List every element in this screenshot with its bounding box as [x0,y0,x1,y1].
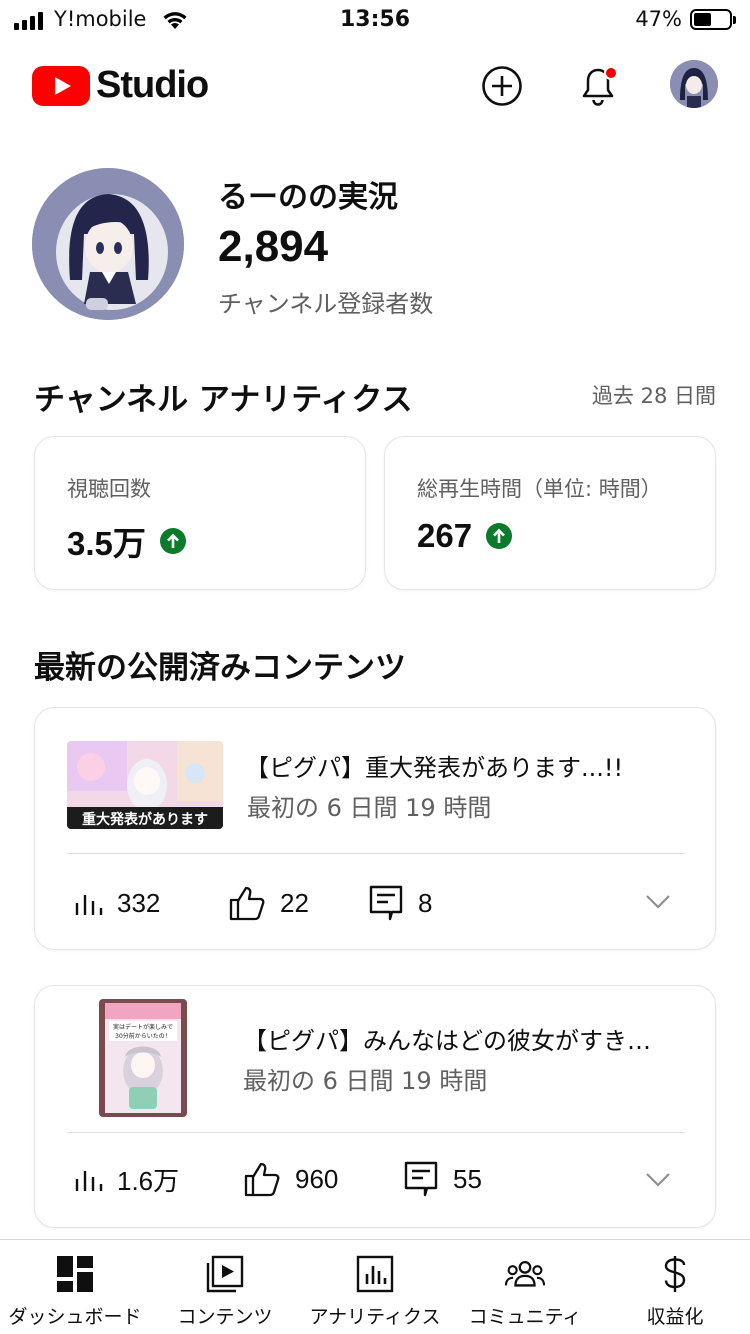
battery-icon [690,9,736,30]
create-button[interactable] [478,62,526,110]
studio-logo[interactable]: Studio [32,64,209,107]
nav-analytics[interactable]: アナリティクス [300,1240,450,1334]
video-title[interactable]: 【ピグパ】みんなはどの彼女がすき… [243,1021,683,1056]
trend-up-icon [159,528,186,554]
stat-value: 267 [417,517,513,555]
create-plus-icon [482,66,522,106]
content-icon [205,1254,245,1294]
nav-monetization[interactable]: 収益化 [600,1240,750,1334]
video-card[interactable]: 重大発表があります 【ピグパ】重大発表があります...!! 最初の 6 日間 1… [34,707,716,950]
watch-time-stat-card[interactable]: 総再生時間（単位: 時間） 267 [384,436,716,590]
thumbnail-image: 実はデートが楽しみで 30分前からいたの！ [99,999,187,1117]
comments-metric: 8 [368,884,432,922]
chevron-down-icon[interactable] [645,1166,671,1192]
channel-avatar-image [32,168,184,320]
likes-value: 960 [295,1163,339,1194]
views-metric: 1.6万 [73,1161,243,1198]
thumbnail-caption-2: 30分前からいたの！ [115,1032,171,1040]
views-bars-icon [75,1171,103,1191]
subscriber-count: 2,894 [218,222,329,271]
comments-value: 55 [453,1163,482,1194]
nav-content[interactable]: コンテンツ [150,1240,300,1334]
channel-name: るーのの実況 [218,180,398,215]
comments-metric: 55 [403,1160,482,1198]
views-metric: 332 [73,888,228,919]
status-bar: Y!mobile 13:56 47% [0,0,750,44]
dashboard-icon [55,1254,95,1294]
nav-label: コミュニティ [468,1306,582,1328]
video-thumbnail[interactable]: 実はデートが楽しみで 30分前からいたの！ [99,999,187,1117]
views-value: 332 [117,887,161,918]
thumbnail-image: 重大発表があります [67,741,223,829]
nav-label: コンテンツ [177,1306,273,1328]
stat-value-text: 3.5万 [67,525,146,562]
divider [67,1132,685,1133]
youtube-logo-icon [32,65,90,106]
dollar-icon [655,1254,695,1294]
nav-label: ダッシュボード [8,1306,142,1328]
community-icon [505,1254,545,1294]
analytics-period: 過去 28 日間 [591,384,716,408]
nav-dashboard[interactable]: ダッシュボード [0,1240,150,1334]
video-period: 最初の 6 日間 19 時間 [247,794,492,822]
comment-icon [369,885,403,921]
battery-percent: 47% [635,7,682,31]
video-card[interactable]: 実はデートが楽しみで 30分前からいたの！ 【ピグパ】みんなはどの彼女がすき… … [34,985,716,1228]
comments-value: 8 [418,887,433,918]
logo-text: Studio [96,64,209,106]
trend-up-icon [486,523,513,549]
video-thumbnail[interactable]: 重大発表があります [67,741,223,829]
thumbs-up-icon [244,1162,280,1197]
bottom-nav: ダッシュボード コンテンツ アナリティクス コミュニティ 収益化 [0,1239,750,1334]
stat-label: 総再生時間（単位: 時間） [417,477,662,501]
analytics-icon [355,1254,395,1294]
stat-value-text: 267 [417,517,473,554]
nav-label: 収益化 [646,1306,704,1328]
stat-label: 視聴回数 [67,477,151,501]
comment-icon [404,1161,438,1197]
channel-avatar[interactable] [32,168,184,320]
analytics-section-title: チャンネル アナリティクス [34,382,413,418]
views-bars-icon [75,895,103,915]
likes-metric: 960 [243,1160,403,1198]
app-header: Studio [0,44,750,128]
video-period: 最初の 6 日間 19 時間 [243,1067,488,1095]
thumbs-up-icon [229,886,265,921]
stat-value: 3.5万 [67,517,186,565]
notifications-button[interactable] [574,62,622,110]
views-stat-card[interactable]: 視聴回数 3.5万 [34,436,366,590]
likes-value: 22 [280,887,309,918]
subscriber-label: チャンネル登録者数 [218,290,434,318]
video-title[interactable]: 【ピグパ】重大発表があります...!! [245,748,685,783]
nav-community[interactable]: コミュニティ [450,1240,600,1334]
chevron-down-icon[interactable] [645,888,671,914]
latest-content-title: 最新の公開済みコンテンツ [34,650,406,686]
thumbnail-caption: 重大発表があります [82,811,208,828]
notification-dot [604,66,618,80]
video-metrics: 1.6万 960 55 [73,1159,482,1199]
account-avatar[interactable] [670,60,718,108]
views-value: 1.6万 [117,1165,180,1196]
thumbnail-caption: 実はデートが楽しみで [113,1023,173,1031]
likes-metric: 22 [228,884,368,922]
video-metrics: 332 22 8 [73,883,432,923]
nav-label: アナリティクス [309,1306,441,1328]
divider [67,853,685,854]
avatar-image [670,60,718,108]
